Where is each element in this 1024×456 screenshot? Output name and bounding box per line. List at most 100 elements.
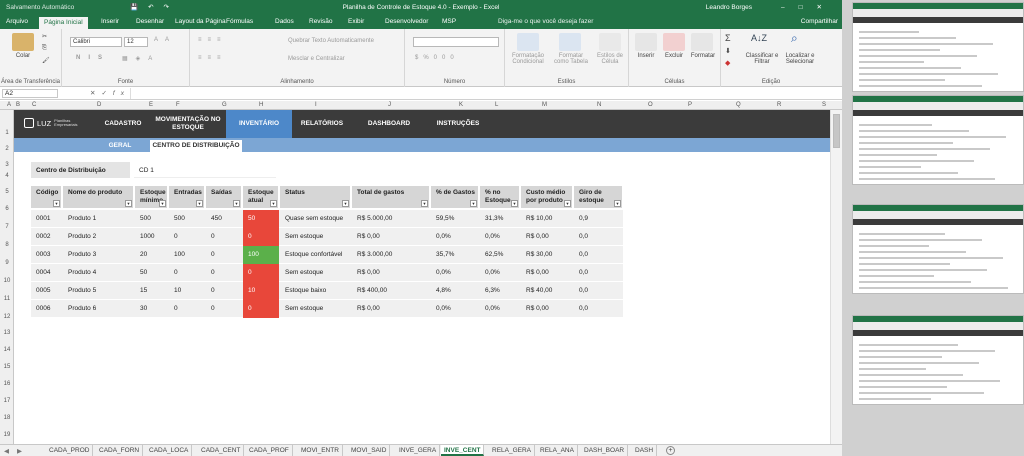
table-cell[interactable]: R$ 0,00: [352, 264, 430, 282]
table-cell[interactable]: 0: [169, 228, 205, 246]
table-cell[interactable]: 0001: [31, 210, 62, 228]
window-thumbnail[interactable]: [852, 315, 1024, 405]
table-cell[interactable]: 0004: [31, 264, 62, 282]
find-icon[interactable]: ⌕: [791, 31, 798, 46]
table-cell[interactable]: 50: [135, 264, 168, 282]
sheet-tab[interactable]: CADA_FORN: [96, 445, 144, 456]
window-thumbnail[interactable]: [852, 204, 1024, 294]
format-icon[interactable]: [691, 33, 713, 51]
table-cell[interactable]: 1000: [135, 228, 168, 246]
name-box[interactable]: A2: [2, 89, 58, 98]
row-header[interactable]: 3: [0, 162, 14, 168]
table-cell[interactable]: Produto 2: [63, 228, 134, 246]
sheet-tab[interactable]: DASH_BOAR: [581, 445, 629, 456]
table-cell[interactable]: R$ 30,00: [521, 246, 573, 264]
filter-dropdown-icon[interactable]: ▼: [614, 200, 621, 207]
row-header[interactable]: 5: [0, 189, 14, 195]
column-header[interactable]: G: [222, 102, 227, 108]
insert-button[interactable]: Inserir: [633, 53, 659, 59]
font-style-icons[interactable]: NIS: [76, 55, 110, 61]
table-cell[interactable]: Estoque confortável: [280, 246, 351, 264]
row-header[interactable]: 10: [0, 278, 14, 284]
table-cell[interactable]: 0,0%: [480, 228, 520, 246]
font-grow-icon[interactable]: A A: [154, 37, 172, 43]
row-header[interactable]: 8: [0, 242, 14, 248]
sheet-tab[interactable]: CADA_LOCA: [146, 445, 193, 456]
table-cell[interactable]: 0: [206, 282, 242, 300]
nav-item[interactable]: CADASTRO: [94, 110, 152, 138]
row-header[interactable]: 14: [0, 347, 14, 353]
row-header[interactable]: 11: [0, 296, 14, 302]
ribbon-tab[interactable]: Revisão: [309, 18, 332, 25]
table-cell[interactable]: 0: [169, 264, 205, 282]
column-header[interactable]: H: [259, 102, 263, 108]
clear-icon[interactable]: ◆: [725, 59, 730, 67]
row-header[interactable]: 12: [0, 314, 14, 320]
table-cell[interactable]: 0,0%: [480, 300, 520, 318]
table-cell[interactable]: 0,0%: [480, 264, 520, 282]
find-select-button[interactable]: Localizar e Selecionar: [779, 53, 821, 65]
fx-icon[interactable]: ✕✓fx: [90, 89, 130, 97]
filter-dropdown-icon[interactable]: ▼: [421, 200, 428, 207]
table-cell[interactable]: R$ 0,00: [352, 228, 430, 246]
format-painter-icon[interactable]: 🖌: [42, 57, 50, 64]
conditional-format-icon[interactable]: [517, 33, 539, 51]
sort-filter-button[interactable]: Classificar e Filtrar: [741, 53, 783, 65]
table-cell[interactable]: Produto 3: [63, 246, 134, 264]
ribbon-tab[interactable]: MSP: [442, 18, 456, 25]
column-header[interactable]: Q: [736, 102, 741, 108]
column-header[interactable]: F: [176, 102, 180, 108]
table-cell[interactable]: 0,0: [574, 264, 623, 282]
sheet-tab[interactable]: INVE_CENT: [441, 445, 485, 456]
column-header[interactable]: O: [648, 102, 653, 108]
cell-styles-icon[interactable]: [599, 33, 621, 51]
table-cell[interactable]: 30: [135, 300, 168, 318]
column-header[interactable]: I: [315, 102, 317, 108]
copy-icon[interactable]: ⎘: [42, 45, 47, 52]
cell-styles-button[interactable]: Estilos de Célula: [593, 53, 627, 65]
column-header[interactable]: M: [542, 102, 547, 108]
table-cell[interactable]: R$ 10,00: [521, 210, 573, 228]
format-table-icon[interactable]: [559, 33, 581, 51]
filter-dropdown-icon[interactable]: ▼: [159, 200, 166, 207]
table-cell[interactable]: 31,3%: [480, 210, 520, 228]
sheet-tab[interactable]: RELA_GERA: [489, 445, 536, 456]
table-cell[interactable]: 0: [206, 246, 242, 264]
column-header[interactable]: R: [777, 102, 781, 108]
stock-level-cell[interactable]: 100: [243, 246, 279, 264]
row-header[interactable]: 9: [0, 260, 14, 266]
table-cell[interactable]: 6,3%: [480, 282, 520, 300]
table-cell[interactable]: 0,0: [574, 228, 623, 246]
ribbon-tab[interactable]: Dados: [275, 18, 294, 25]
table-cell[interactable]: Quase sem estoque: [280, 210, 351, 228]
ribbon-tab[interactable]: Desenvolvedor: [385, 18, 428, 25]
table-cell[interactable]: R$ 0,00: [521, 264, 573, 282]
table-cell[interactable]: 0,0: [574, 282, 623, 300]
table-cell[interactable]: 0005: [31, 282, 62, 300]
ribbon-tab[interactable]: Arquivo: [6, 18, 28, 25]
ribbon-tab[interactable]: Página Inicial: [39, 17, 88, 29]
user-name[interactable]: Leandro Borges: [706, 4, 752, 11]
sheet-tab[interactable]: MOVI_ENTR: [298, 445, 343, 456]
table-cell[interactable]: 450: [206, 210, 242, 228]
table-cell[interactable]: 0,0%: [431, 228, 479, 246]
stock-level-cell[interactable]: 0: [243, 300, 279, 318]
window-controls-icon[interactable]: –□✕: [781, 3, 836, 11]
ribbon-tab[interactable]: Fórmulas: [226, 18, 253, 25]
share-button[interactable]: Compartilhar: [801, 18, 838, 25]
filter-dropdown-icon[interactable]: ▼: [270, 200, 277, 207]
row-header[interactable]: 17: [0, 398, 14, 404]
table-cell[interactable]: Produto 6: [63, 300, 134, 318]
row-header[interactable]: 1: [0, 130, 14, 136]
column-header[interactable]: J: [388, 102, 391, 108]
subnav-item[interactable]: CENTRO DE DISTRIBUIÇÃO: [150, 140, 242, 152]
autosum-icon[interactable]: Σ: [725, 33, 731, 43]
ribbon-tab[interactable]: Desenhar: [136, 18, 164, 25]
column-header[interactable]: E: [149, 102, 153, 108]
column-header[interactable]: P: [688, 102, 692, 108]
filter-dropdown-icon[interactable]: ▼: [196, 200, 203, 207]
font-size-select[interactable]: 12: [124, 37, 148, 47]
table-cell[interactable]: 100: [169, 246, 205, 264]
paste-icon[interactable]: [12, 33, 34, 51]
column-header[interactable]: K: [459, 102, 463, 108]
